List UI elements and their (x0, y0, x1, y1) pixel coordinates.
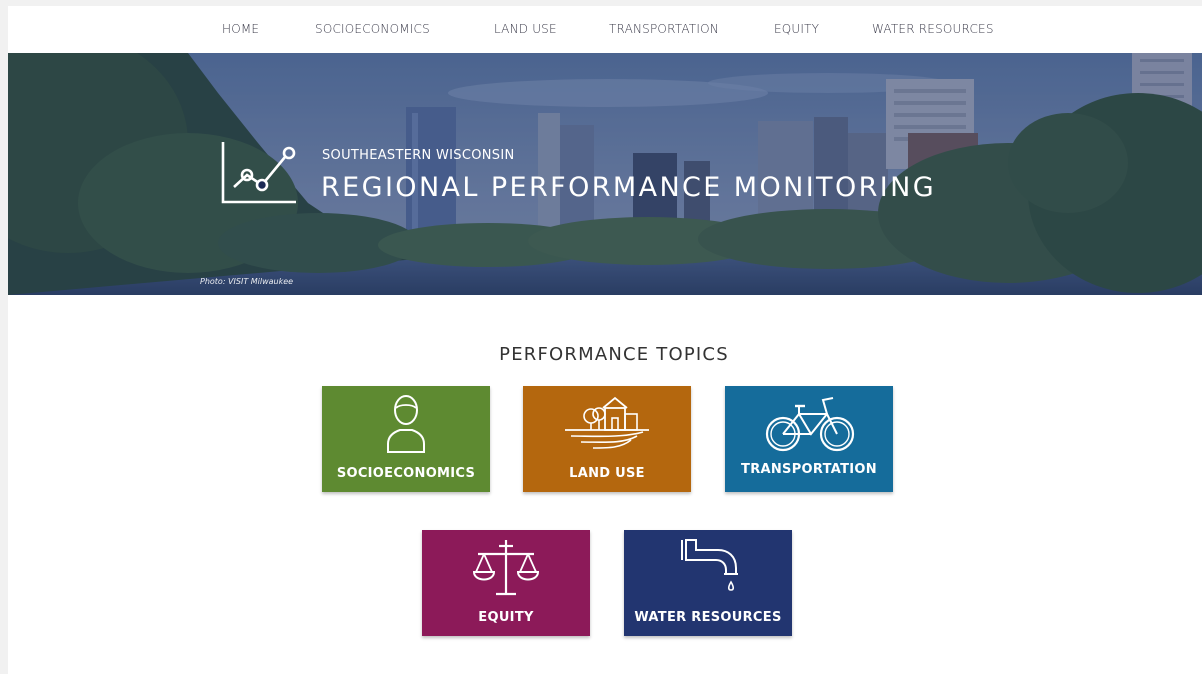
hero-subtitle: SOUTHEASTERN WISCONSIN (322, 148, 515, 163)
page: HOME SOCIOECONOMICS LAND USE TRANSPORTAT… (8, 6, 1202, 674)
line-chart-icon (221, 142, 296, 204)
tile-label: EQUITY (478, 610, 534, 625)
nav-home[interactable]: HOME (222, 22, 259, 36)
nav-water-resources[interactable]: WATER RESOURCES (872, 22, 994, 36)
tile-transportation[interactable]: TRANSPORTATION (725, 386, 893, 492)
photo-credit: Photo: VISIT Milwaukee (200, 277, 294, 286)
tile-label: LAND USE (569, 466, 645, 481)
nav-land-use[interactable]: LAND USE (494, 22, 557, 36)
topics-heading: PERFORMANCE TOPICS (499, 344, 729, 365)
hero-banner: SOUTHEASTERN WISCONSIN REGIONAL PERFORMA… (8, 53, 1202, 295)
tile-water-resources[interactable]: WATER RESOURCES (624, 530, 792, 636)
nav-socioeconomics[interactable]: SOCIOECONOMICS (315, 22, 430, 36)
nav-transportation[interactable]: TRANSPORTATION (609, 22, 719, 36)
tile-socioeconomics[interactable]: SOCIOECONOMICS (322, 386, 490, 492)
nav-equity[interactable]: EQUITY (774, 22, 819, 36)
tile-land-use[interactable]: LAND USE (523, 386, 691, 492)
tile-label: WATER RESOURCES (634, 610, 782, 625)
tile-equity[interactable]: EQUITY (422, 530, 590, 636)
tile-label: TRANSPORTATION (741, 462, 877, 477)
top-nav: HOME SOCIOECONOMICS LAND USE TRANSPORTAT… (8, 6, 1202, 53)
hero-title: REGIONAL PERFORMANCE MONITORING (321, 172, 937, 203)
tile-label: SOCIOECONOMICS (336, 466, 476, 481)
